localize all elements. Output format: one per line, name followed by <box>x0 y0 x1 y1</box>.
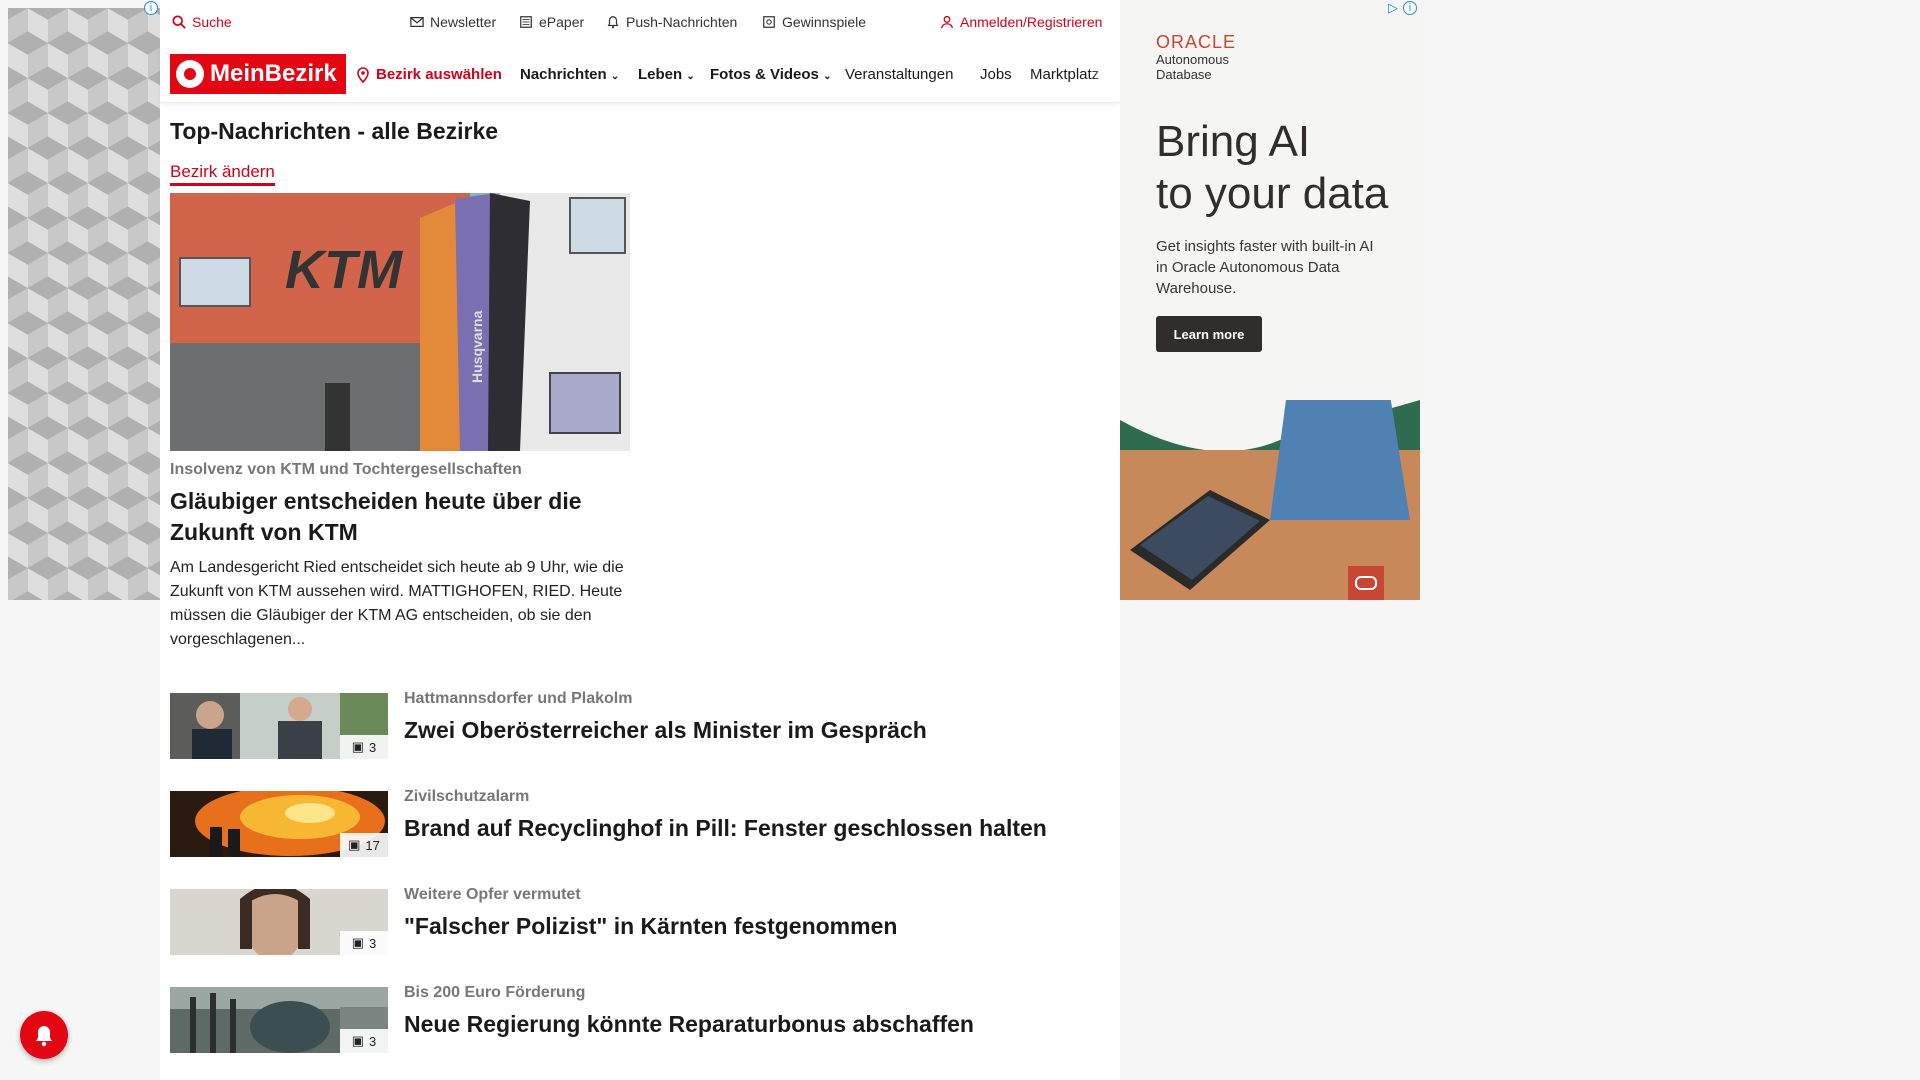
article-title[interactable]: "Falscher Polizist" in Kärnten festgenom… <box>404 913 897 940</box>
bezirk-select[interactable]: Bezirk auswählen <box>356 66 502 83</box>
adchoices-icon[interactable]: ▷ <box>1388 0 1398 16</box>
nav-fade-overlay <box>1090 56 1120 96</box>
learn-more-button[interactable]: Learn more <box>1156 316 1262 352</box>
newspaper-icon <box>520 16 532 28</box>
article-thumbnail: ▣ 17 <box>170 791 388 857</box>
list-item[interactable]: ▣ 17 Zivilschutzalarm Brand auf Recycling… <box>170 788 1110 857</box>
ad-info-icon[interactable]: i <box>1403 1 1417 15</box>
left-ad-banner[interactable] <box>8 8 160 600</box>
photo-count-badge: ▣ 3 <box>340 931 388 955</box>
oracle-logo: ORACLE <box>1156 32 1237 52</box>
photo-count-badge: ▣ 3 <box>340 735 388 759</box>
flag-text: Husqvarna <box>469 310 485 383</box>
gewinnspiele-link[interactable]: Gewinnspiele <box>762 14 866 30</box>
epaper-link[interactable]: ePaper <box>519 14 584 30</box>
nav-veranstaltungen[interactable]: Veranstaltungen <box>845 66 953 83</box>
article-thumbnail: ▣ 3 <box>170 987 388 1053</box>
gallery-icon: ▣ <box>351 739 365 754</box>
mail-icon <box>410 17 424 27</box>
ad-info-icon[interactable]: i <box>144 1 158 15</box>
user-icon <box>941 15 953 29</box>
nav-nachrichten[interactable]: Nachrichten ⌄ <box>520 66 619 83</box>
chevron-down-icon: ⌄ <box>610 71 620 82</box>
notification-bell-button[interactable] <box>20 1011 68 1059</box>
oracle-o-icon <box>1348 566 1384 600</box>
main-navigation: MeinBezirk Bezirk auswählen Nachrichten … <box>160 46 1120 103</box>
nav-nachrichten-label: Nachrichten <box>520 66 607 83</box>
bell-icon <box>36 1026 52 1047</box>
login-link[interactable]: Anmelden/Registrieren <box>940 14 1102 30</box>
chevron-down-icon: ⌄ <box>823 71 832 82</box>
epaper-label: ePaper <box>539 14 585 30</box>
article-thumbnail: ▣ 3 <box>170 693 388 759</box>
bell-icon <box>607 16 619 29</box>
photo-count: 3 <box>369 739 377 755</box>
article-title[interactable]: Zwei Oberösterreicher als Minister im Ge… <box>404 717 927 744</box>
photo-count-badge: ▣ 17 <box>340 833 388 857</box>
article-kicker: Bis 200 Euro Förderung <box>404 984 586 1001</box>
login-label: Anmelden/Registrieren <box>960 14 1103 30</box>
hero-title[interactable]: Gläubiger entscheiden heute über die Zuk… <box>170 486 630 548</box>
page-title: Top-Nachrichten - alle Bezirke <box>170 118 499 144</box>
hero-image[interactable]: KTM Husqvarna <box>170 193 630 451</box>
article-kicker: Weitere Opfer vermutet <box>404 886 581 903</box>
article-title[interactable]: Brand auf Recyclinghof in Pill: Fenster … <box>404 815 1047 842</box>
logo-text: MeinBezirk <box>210 60 337 87</box>
photo-count: 17 <box>365 837 380 853</box>
gallery-icon: ▣ <box>348 837 361 852</box>
nav-leben[interactable]: Leben ⌄ <box>638 66 695 83</box>
article-kicker: Hattmannsdorfer und Plakolm <box>404 690 633 707</box>
gewinnspiele-label: Gewinnspiele <box>782 14 867 30</box>
search-label: Suche <box>192 14 232 30</box>
main-content: Suche Newsletter ePaper Push-Nachrichten… <box>160 0 1120 1080</box>
photo-count: 3 <box>369 935 377 951</box>
photo-count: 3 <box>369 1033 377 1049</box>
bezirk-label: Bezirk auswählen <box>376 66 502 83</box>
chevron-down-icon: ⌄ <box>686 71 695 82</box>
list-item[interactable]: ▣ 3 Weitere Opfer vermutet "Falscher Poli… <box>170 886 1110 955</box>
photo-count-badge: ▣ 3 <box>340 1029 388 1053</box>
gallery-icon: ▣ <box>351 935 365 950</box>
ktm-building-image: KTM Husqvarna <box>170 193 630 451</box>
newsletter-link[interactable]: Newsletter <box>410 14 496 30</box>
ktm-sign-text: KTM <box>285 240 403 300</box>
ad-headline: Bring AI to your data <box>1156 116 1406 220</box>
article-thumbnail: ▣ 3 <box>170 889 388 955</box>
search-link[interactable]: Suche <box>172 14 232 30</box>
list-item[interactable]: ▣ 3 Bis 200 Euro Förderung Neue Regierung… <box>170 984 1110 1053</box>
gift-icon <box>763 16 775 28</box>
nav-fotos-label: Fotos & Videos <box>710 66 819 83</box>
nav-fotos-videos[interactable]: Fotos & Videos ⌄ <box>710 66 831 83</box>
ad-headline-line2: to your data <box>1156 169 1389 218</box>
hero-kicker: Insolvenz von KTM und Tochtergesellschaf… <box>170 461 522 478</box>
logo-sun-icon <box>176 60 204 88</box>
oracle-ad-banner[interactable]: ORACLE Autonomous Database Bring AI to y… <box>1120 0 1420 600</box>
gallery-icon: ▣ <box>351 1033 365 1048</box>
change-bezirk-link[interactable]: Bezirk ändern <box>170 162 275 186</box>
article-title[interactable]: Neue Regierung könnte Reparaturbonus abs… <box>404 1011 974 1038</box>
push-link[interactable]: Push-Nachrichten <box>606 14 737 30</box>
nav-leben-label: Leben <box>638 66 683 83</box>
search-icon <box>172 15 186 29</box>
article-kicker: Zivilschutzalarm <box>404 788 530 805</box>
ad-description: Get insights faster with built-in AI in … <box>1156 238 1374 297</box>
oracle-subbrand: Autonomous Database <box>1156 52 1229 82</box>
ad-headline-line1: Bring AI <box>1156 117 1311 166</box>
meinbezirk-logo[interactable]: MeinBezirk <box>170 54 346 94</box>
list-item[interactable]: ▣ 3 Hattmannsdorfer und Plakolm Zwei Ober… <box>170 690 1110 759</box>
utility-bar: Suche Newsletter ePaper Push-Nachrichten… <box>160 0 1120 46</box>
map-pin-icon <box>357 66 369 83</box>
hero-teaser: Am Landesgericht Ried entscheidet sich h… <box>170 559 624 648</box>
push-label: Push-Nachrichten <box>626 14 738 30</box>
nav-jobs[interactable]: Jobs <box>980 66 1012 83</box>
newsletter-label: Newsletter <box>430 14 497 30</box>
